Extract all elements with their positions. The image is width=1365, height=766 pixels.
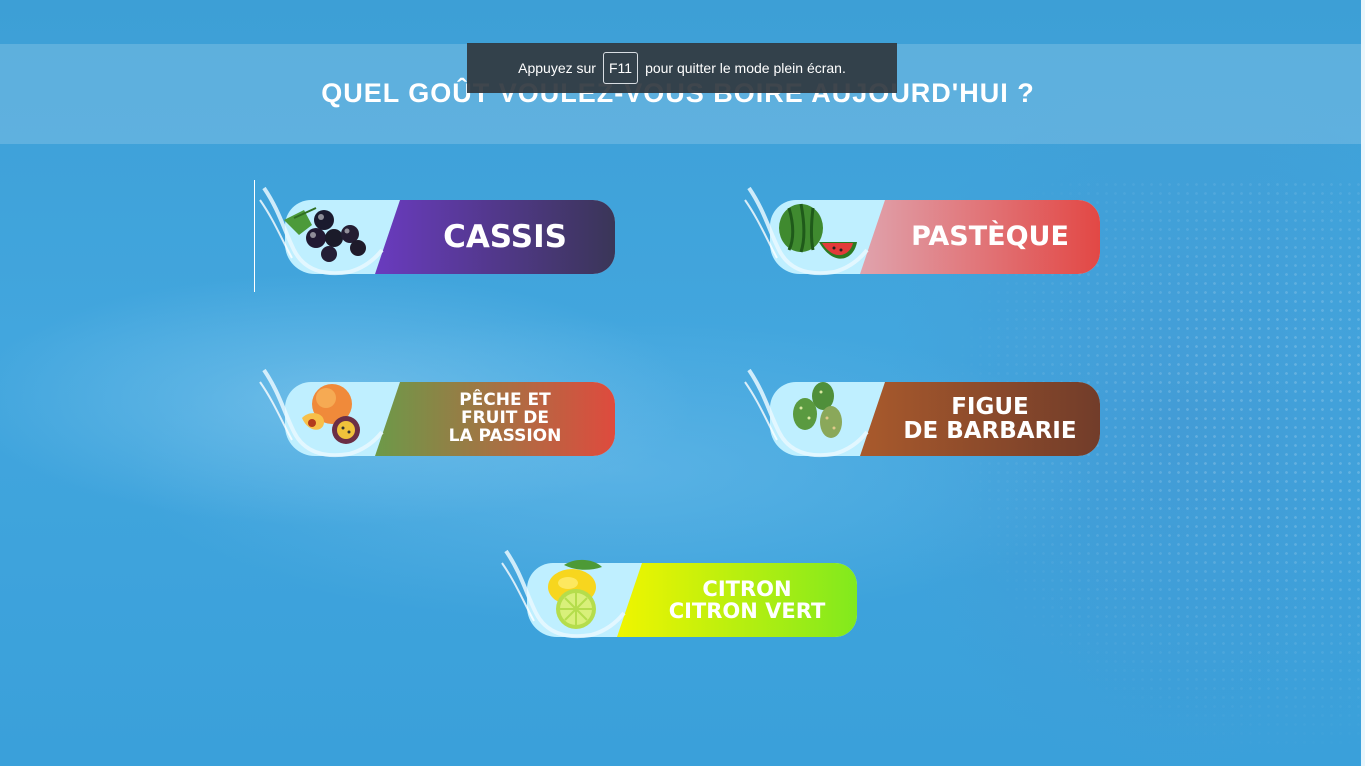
flavor-label: PASTÈQUE — [911, 220, 1069, 252]
lemon-lime-icon — [501, 549, 626, 639]
flavor-label-box: FIGUE DE BARBARIE — [860, 382, 1100, 456]
flavor-label-box: CASSIS — [375, 200, 615, 274]
f11-key: F11 — [602, 52, 639, 84]
flavor-button-peche-passion[interactable]: PÊCHE ET FRUIT DE LA PASSION — [254, 362, 619, 478]
fullscreen-notice: Appuyez sur F11 pour quitter le mode ple… — [467, 43, 897, 93]
blackcurrant-icon — [259, 186, 384, 276]
flavor-button-figue-barbarie[interactable]: FIGUE DE BARBARIE — [739, 362, 1104, 478]
flavor-label: CASSIS — [443, 218, 567, 255]
prickly-pear-icon — [744, 368, 869, 458]
flavor-button-pasteque[interactable]: PASTÈQUE — [739, 180, 1104, 296]
fullscreen-notice-prefix: Appuyez sur — [518, 60, 596, 76]
flavor-label-box: PÊCHE ET FRUIT DE LA PASSION — [375, 382, 615, 456]
flavor-button-citron[interactable]: CITRON CITRON VERT — [496, 543, 861, 659]
flavor-label-box: PASTÈQUE — [860, 200, 1100, 274]
window-edge — [1361, 0, 1365, 766]
fullscreen-notice-suffix: pour quitter le mode plein écran. — [645, 60, 846, 76]
watermelon-icon — [744, 186, 869, 276]
flavor-label: FIGUE DE BARBARIE — [903, 393, 1077, 444]
flavor-button-cassis[interactable]: CASSIS — [254, 180, 619, 296]
flavor-label: CITRON CITRON VERT — [668, 576, 826, 623]
flavor-label-box: CITRON CITRON VERT — [617, 563, 857, 637]
peach-passionfruit-icon — [259, 368, 384, 458]
flavor-label: PÊCHE ET FRUIT DE LA PASSION — [448, 390, 562, 446]
